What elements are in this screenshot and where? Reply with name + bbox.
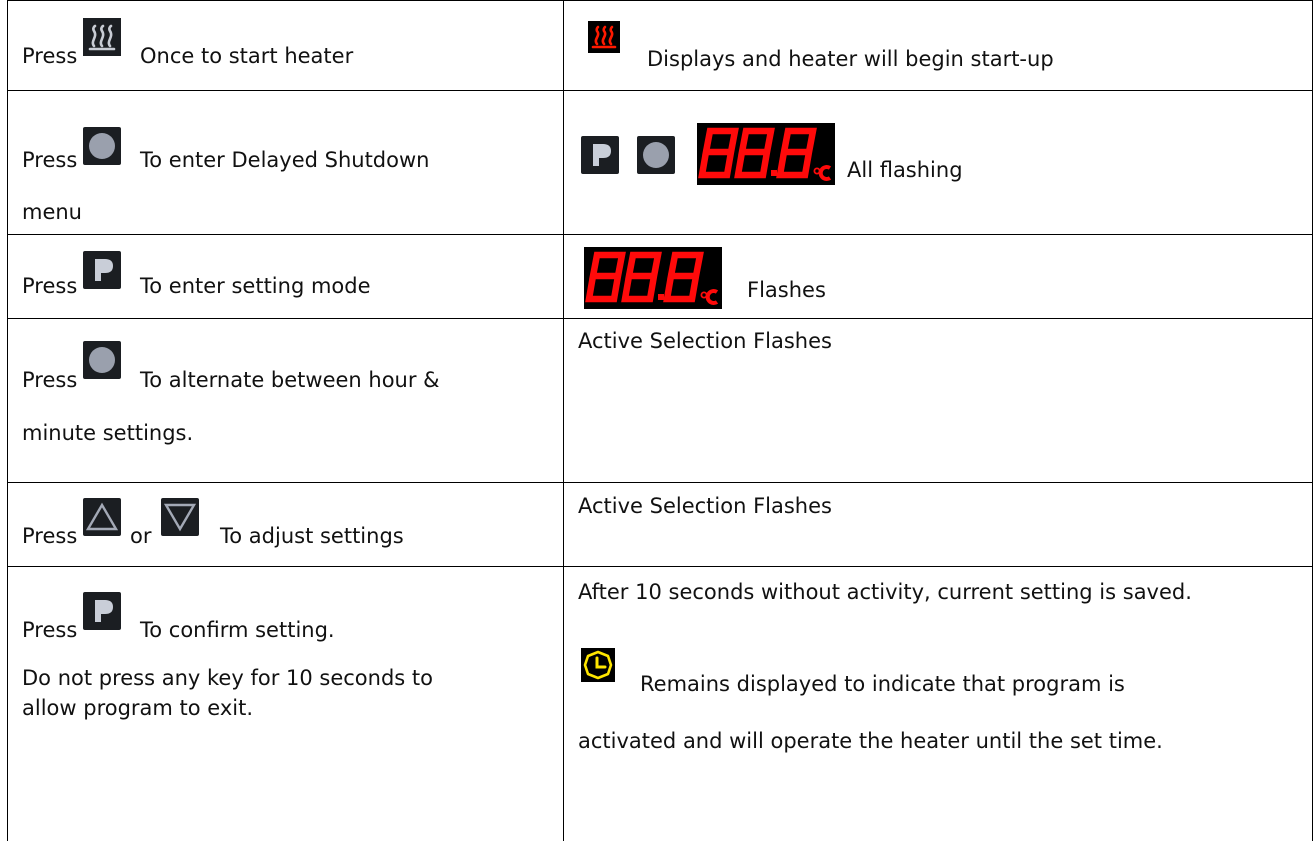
instruction-text: To enter Delayed Shutdown — [140, 148, 430, 172]
instruction-cell: Press To alternate between hour & minute… — [7, 319, 564, 483]
result-cell: Active Selection Flashes — [564, 483, 1313, 567]
instruction-text-continued: minute settings. — [22, 421, 194, 445]
press-label: Press — [22, 274, 78, 298]
result-cell: Active Selection Flashes — [564, 319, 1313, 483]
up-arrow-button-icon — [83, 498, 121, 536]
heater-active-indicator-icon — [588, 21, 620, 53]
press-label: Press — [22, 524, 78, 548]
press-label: Press — [22, 148, 78, 172]
circle-button-icon — [83, 127, 121, 165]
instruction-text-continued: menu — [22, 200, 82, 224]
instruction-cell: Press To enter Delayed Shutdown menu — [7, 91, 564, 235]
instruction-text: To confirm setting. — [140, 618, 335, 642]
instruction-text: To adjust settings — [220, 524, 404, 548]
instruction-text-continued: Do not press any key for 10 seconds to — [22, 666, 433, 690]
press-label: Press — [22, 618, 78, 642]
result-cell: After 10 seconds without activity, curre… — [564, 567, 1313, 841]
press-label: Press — [22, 44, 78, 68]
clock-timer-icon — [581, 648, 615, 682]
instruction-text: To enter setting mode — [140, 274, 371, 298]
instruction-text: Once to start heater — [140, 44, 354, 68]
result-text-continued: activated and will operate the heater un… — [578, 729, 1163, 753]
instruction-table: Press Once to start heater Displays and … — [7, 0, 1313, 841]
result-text: Active Selection Flashes — [578, 494, 832, 518]
result-cell: All flashing — [564, 91, 1313, 235]
led-display-888-celsius — [697, 123, 835, 185]
table-row: Press To confirm setting. Do not press a… — [7, 567, 1313, 841]
result-text: Active Selection Flashes — [578, 329, 832, 353]
table-row: Press To enter setting mode Flashes — [7, 235, 1313, 319]
circle-button-icon — [83, 341, 121, 379]
p-button-icon — [581, 136, 619, 174]
or-label: or — [130, 524, 152, 548]
led-display-888-celsius — [584, 247, 722, 309]
heater-button-icon — [83, 18, 121, 56]
p-button-icon — [83, 251, 121, 289]
down-arrow-button-icon — [161, 498, 199, 536]
table-row: Press Once to start heater Displays and … — [7, 0, 1313, 91]
p-button-icon — [83, 592, 121, 630]
table-row: Press To enter Delayed Shutdown menu All… — [7, 91, 1313, 235]
result-text: After 10 seconds without activity, curre… — [578, 580, 1192, 604]
result-cell: Displays and heater will begin start-up — [564, 0, 1313, 91]
result-text: Flashes — [747, 278, 826, 302]
result-text: All flashing — [847, 158, 963, 182]
instruction-cell: Press To confirm setting. Do not press a… — [7, 567, 564, 841]
instruction-cell: Press Once to start heater — [7, 0, 564, 91]
instruction-text-continued: allow program to exit. — [22, 696, 254, 720]
result-text: Remains displayed to indicate that progr… — [640, 672, 1125, 696]
table-row: Press To alternate between hour & minute… — [7, 319, 1313, 483]
result-cell: Flashes — [564, 235, 1313, 319]
press-label: Press — [22, 368, 78, 392]
instruction-cell: Press or To adjust settings — [7, 483, 564, 567]
table-row: Press or To adjust settings Active Selec… — [7, 483, 1313, 567]
instruction-text: To alternate between hour & — [140, 368, 440, 392]
instruction-cell: Press To enter setting mode — [7, 235, 564, 319]
circle-button-icon — [637, 136, 675, 174]
result-text: Displays and heater will begin start-up — [647, 47, 1054, 71]
